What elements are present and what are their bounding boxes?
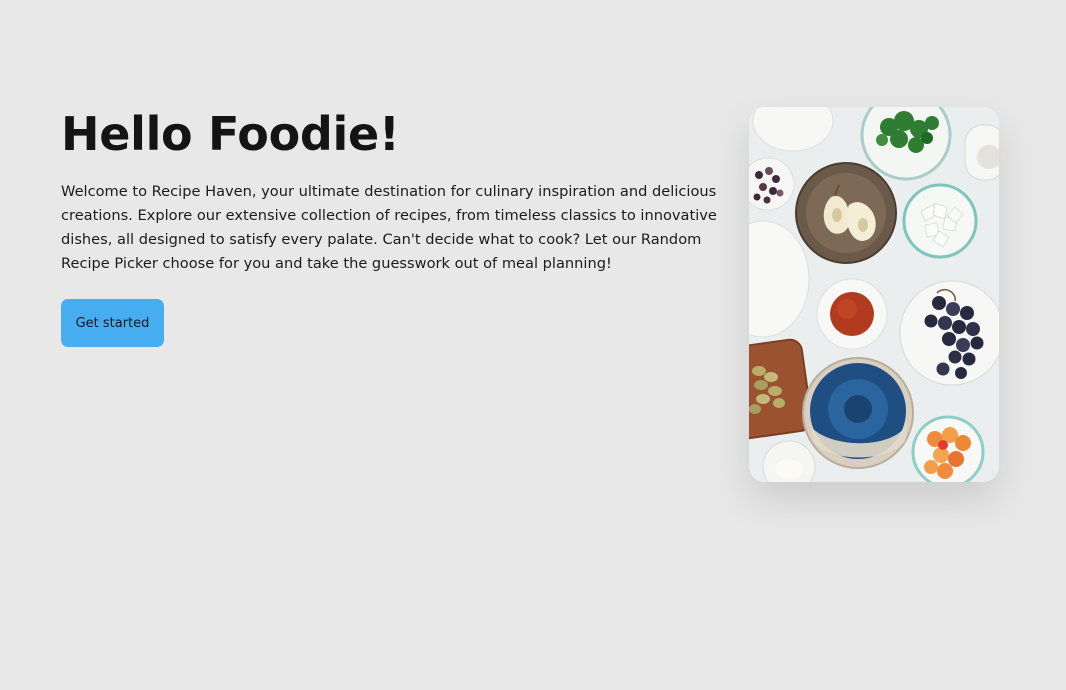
food-bowls-illustration (749, 107, 999, 482)
berries-bowl (749, 157, 795, 211)
food-bowls-photo (749, 107, 999, 482)
hero-text-block: Hello Foodie! Welcome to Recipe Haven, y… (61, 100, 731, 276)
coconut-flakes-bowl (902, 183, 978, 259)
page-title: Hello Foodie! (61, 107, 400, 161)
cream (775, 459, 803, 479)
hero-description: Welcome to Recipe Haven, your ultimate d… (61, 183, 717, 272)
get-started-button[interactable]: Get started (61, 299, 164, 347)
hero-section: Hello Foodie! Welcome to Recipe Haven, y… (0, 0, 1066, 690)
